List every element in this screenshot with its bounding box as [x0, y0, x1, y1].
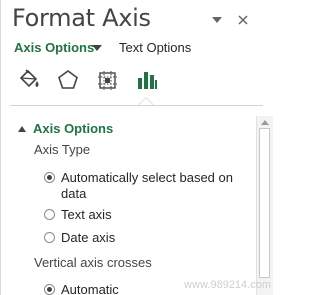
vertical-scrollbar[interactable]	[256, 116, 273, 295]
axis-options-tab[interactable]	[133, 66, 161, 94]
watermark: www.989214.com	[184, 279, 271, 291]
radio-label: Text axis	[61, 207, 112, 222]
axis-options-subtab[interactable]: Axis Options	[14, 40, 94, 55]
text-options-subtab[interactable]: Text Options	[119, 40, 191, 55]
close-button[interactable]	[235, 12, 251, 28]
pane-options-button[interactable]	[209, 12, 225, 28]
radio-button-checked[interactable]	[44, 172, 55, 183]
axis-options-bar-chart-icon	[138, 72, 157, 89]
chevron-down-icon	[212, 17, 222, 23]
vertical-axis-crosses-label: Vertical axis crosses	[34, 255, 152, 270]
radio-button[interactable]	[44, 209, 55, 220]
radio-button-checked[interactable]	[44, 284, 55, 295]
effects-tab[interactable]	[54, 66, 82, 94]
pane-title: Format Axis	[12, 4, 151, 32]
fill-line-icon	[19, 69, 39, 88]
radio-label: Automatic	[61, 282, 119, 295]
fill-line-tab[interactable]	[15, 66, 43, 94]
format-axis-pane: Format Axis Axis Options Text Options Ax…	[0, 0, 274, 295]
size-properties-icon	[98, 71, 117, 90]
axis-options-dropdown-caret[interactable]	[92, 45, 102, 51]
options-scroll-area: Axis Options Axis Type Automatically sel…	[1, 106, 275, 295]
close-icon	[238, 15, 248, 25]
radio-date-axis[interactable]: Date axis	[44, 230, 115, 246]
radio-button[interactable]	[44, 232, 55, 243]
selected-tab-indicator	[138, 97, 154, 105]
radio-automatic-axis-type[interactable]: Automatically select based on data	[44, 170, 244, 202]
scrollbar-thumb[interactable]	[259, 128, 270, 278]
collapse-caret-icon	[18, 125, 26, 132]
scroll-up-arrow-icon[interactable]	[261, 120, 269, 125]
axis-type-label: Axis Type	[34, 142, 91, 157]
size-properties-tab[interactable]	[93, 66, 121, 94]
radio-text-axis[interactable]: Text axis	[44, 207, 112, 223]
axis-options-section-header[interactable]: Axis Options	[18, 121, 113, 136]
effects-pentagon-icon	[58, 70, 78, 89]
radio-label: Automatically select based on data	[61, 170, 233, 201]
radio-crosses-automatic[interactable]: Automatic	[44, 282, 119, 295]
section-title: Axis Options	[33, 121, 114, 136]
radio-label: Date axis	[61, 230, 116, 245]
